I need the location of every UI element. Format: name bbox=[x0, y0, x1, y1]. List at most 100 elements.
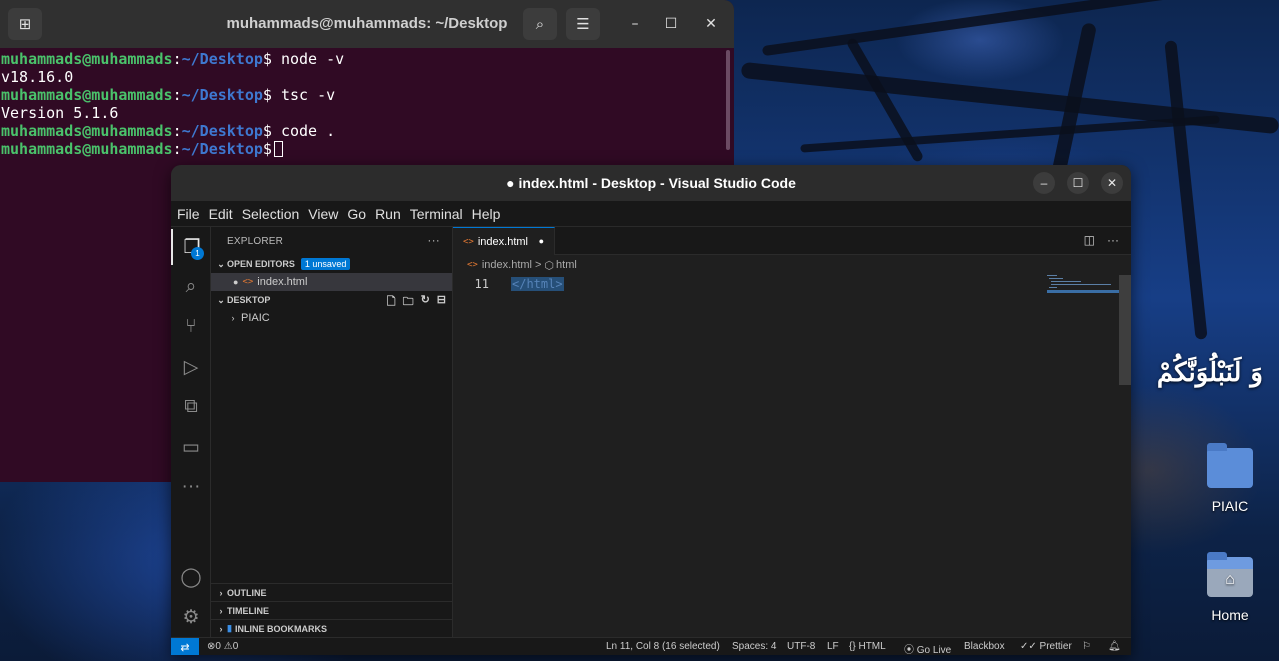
blackbox-button[interactable]: Blackbox bbox=[964, 641, 1005, 652]
terminal-titlebar[interactable]: ⊞ muhammads@muhammads: ~/Desktop ⌕ ☰ – ☐… bbox=[0, 0, 734, 48]
source-control-activity[interactable]: ⑂ bbox=[171, 309, 211, 345]
html-file-icon: <> bbox=[467, 260, 478, 270]
extensions-activity[interactable]: ⧉ bbox=[171, 389, 211, 425]
minimap[interactable] bbox=[1047, 275, 1119, 299]
breadcrumb-file[interactable]: index.html bbox=[482, 259, 532, 271]
remote-explorer-activity[interactable]: ▭ bbox=[171, 429, 211, 465]
desktop-icon-label: Home bbox=[1211, 607, 1249, 623]
breadcrumb-node[interactable]: html bbox=[556, 259, 577, 271]
end-of-line[interactable]: LF bbox=[827, 641, 839, 652]
run-debug-activity[interactable]: ▷ bbox=[171, 349, 211, 385]
open-editor-item[interactable]: ● <> index.html bbox=[211, 273, 452, 291]
menu-file[interactable]: File bbox=[177, 206, 200, 222]
breadcrumb: <> index.html > ⬡ html bbox=[453, 255, 1131, 275]
maximize-button[interactable]: ☐ bbox=[661, 14, 681, 34]
language-mode[interactable]: {} HTML bbox=[849, 641, 886, 652]
feedback-icon[interactable]: ⚐ bbox=[1082, 641, 1091, 652]
menu-help[interactable]: Help bbox=[472, 206, 501, 222]
desktop-section-actions: 🗋 🗀 ↻ ⊟ bbox=[387, 293, 446, 312]
menu-terminal[interactable]: Terminal bbox=[410, 206, 463, 222]
code-line[interactable]: 11 </html> bbox=[453, 275, 1131, 293]
desktop-icon-piaic[interactable]: PIAIC bbox=[1195, 443, 1265, 514]
remote-icon: ⇄ bbox=[180, 641, 190, 654]
menu-run[interactable]: Run bbox=[375, 206, 401, 222]
tree-folder-label: PIAIC bbox=[241, 312, 270, 324]
prettier-button[interactable]: ✓✓ Prettier bbox=[1020, 641, 1072, 652]
more-activity[interactable]: ··· bbox=[171, 469, 211, 505]
terminal-search-button[interactable]: ⌕ bbox=[523, 8, 557, 40]
problems-indicator[interactable]: ⊗0 ⚠0 bbox=[207, 641, 238, 652]
terminal-scrollbar[interactable] bbox=[726, 50, 730, 150]
menu-go[interactable]: Go bbox=[347, 206, 366, 222]
search-activity[interactable]: ⌕ bbox=[171, 269, 211, 305]
go-live-label: Go Live bbox=[916, 645, 952, 655]
timeline-title: TIMELINE bbox=[227, 605, 269, 616]
encoding[interactable]: UTF-8 bbox=[787, 641, 815, 652]
broadcast-icon: ⦿ bbox=[904, 645, 914, 655]
terminal-line: v18.16.0 bbox=[1, 68, 74, 86]
html-file-icon: <> bbox=[463, 236, 474, 247]
desktop-icon-home[interactable]: ⌂ Home bbox=[1195, 552, 1265, 623]
new-file-icon[interactable]: 🗋 bbox=[387, 293, 396, 312]
gear-icon: ⚙ bbox=[182, 606, 200, 628]
accounts-activity[interactable]: ◯ bbox=[171, 559, 211, 595]
go-live-button[interactable]: ⦿ Go Live bbox=[904, 641, 951, 655]
terminal-line: Version 5.1.6 bbox=[1, 104, 119, 122]
terminal-menu-button[interactable]: ☰ bbox=[566, 8, 600, 40]
chevron-right-icon: › bbox=[219, 587, 223, 598]
menu-view[interactable]: View bbox=[308, 206, 338, 222]
editor-tabs: <> index.html ● ◫ ··· bbox=[453, 227, 1131, 255]
prompt-command: $ node -v bbox=[262, 50, 345, 68]
open-editors-title: OPEN EDITORS bbox=[227, 259, 295, 269]
editor-scrollbar[interactable] bbox=[1119, 275, 1131, 385]
chevron-down-icon: ⌄ bbox=[217, 258, 225, 269]
vscode-titlebar[interactable]: ● index.html - Desktop - Visual Studio C… bbox=[171, 165, 1131, 201]
split-editor-icon[interactable]: ◫ bbox=[1084, 233, 1095, 247]
prompt-path: ~/Desktop bbox=[181, 140, 263, 158]
collapse-all-icon[interactable]: ⊟ bbox=[437, 293, 446, 312]
chevron-right-icon: › bbox=[231, 313, 235, 323]
explorer-more-button[interactable]: ··· bbox=[427, 233, 440, 247]
unsaved-badge: 1 unsaved bbox=[300, 258, 351, 270]
more-actions-icon[interactable]: ··· bbox=[1107, 233, 1119, 247]
bell-icon[interactable]: 🔔︎ bbox=[1108, 641, 1121, 652]
open-editors-section[interactable]: ⌄ OPEN EDITORS 1 unsaved bbox=[211, 255, 452, 273]
explorer-activity[interactable]: ❐ 1 bbox=[171, 229, 211, 265]
extensions-icon: ⧉ bbox=[184, 396, 198, 417]
prompt-user: muhammads@muhammads bbox=[1, 86, 173, 104]
indentation[interactable]: Spaces: 4 bbox=[732, 641, 776, 652]
timeline-section[interactable]: › TIMELINE bbox=[211, 601, 452, 619]
home-folder-icon: ⌂ bbox=[1207, 552, 1253, 597]
wallpaper-branch bbox=[1164, 40, 1208, 340]
prompt-user: muhammads@muhammads bbox=[1, 122, 173, 140]
element-icon: ⬡ bbox=[544, 259, 555, 272]
prompt-colon: : bbox=[172, 50, 182, 68]
refresh-icon[interactable]: ↻ bbox=[421, 293, 430, 312]
breadcrumb-separator: > bbox=[534, 259, 542, 271]
desktop-section[interactable]: ⌄ DESKTOP 🗋 🗀 ↻ ⊟ bbox=[211, 291, 452, 309]
maximize-button[interactable]: ☐ bbox=[1067, 172, 1089, 194]
close-button[interactable]: ✕ bbox=[1101, 172, 1123, 194]
terminal-output[interactable]: muhammads@muhammads: ~/Desktop $ node -v v1… bbox=[0, 48, 734, 158]
terminal-cursor bbox=[273, 141, 283, 157]
inline-bookmarks-section[interactable]: › ▮ INLINE BOOKMARKS bbox=[211, 619, 452, 637]
remote-indicator[interactable]: ⇄ bbox=[171, 638, 199, 655]
modified-dot-icon[interactable]: ● bbox=[539, 236, 544, 246]
tab-index-html[interactable]: <> index.html ● bbox=[453, 227, 555, 255]
minimize-button[interactable]: – bbox=[1033, 172, 1055, 194]
cursor-position[interactable]: Ln 11, Col 8 (16 selected) bbox=[606, 641, 720, 652]
terminal-line: muhammads@muhammads:~/Desktop$ tsc -v bbox=[1, 86, 734, 104]
explorer-sidebar: EXPLORER ··· ⌄ OPEN EDITORS 1 unsaved ● … bbox=[211, 227, 453, 637]
code-text[interactable]: </html> bbox=[511, 277, 564, 291]
search-icon: ⌕ bbox=[535, 15, 545, 33]
outline-section[interactable]: › OUTLINE bbox=[211, 583, 452, 601]
new-folder-icon[interactable]: 🗀 bbox=[403, 293, 414, 312]
prompt-command: $ bbox=[262, 140, 272, 158]
menu-selection[interactable]: Selection bbox=[242, 206, 300, 222]
chevron-down-icon: ⌄ bbox=[217, 294, 225, 305]
close-button[interactable]: ✕ bbox=[701, 14, 721, 34]
prettier-label: Prettier bbox=[1039, 641, 1072, 652]
minimize-button[interactable]: – bbox=[625, 14, 645, 34]
menu-edit[interactable]: Edit bbox=[209, 206, 233, 222]
manage-activity[interactable]: ⚙ bbox=[171, 599, 211, 635]
